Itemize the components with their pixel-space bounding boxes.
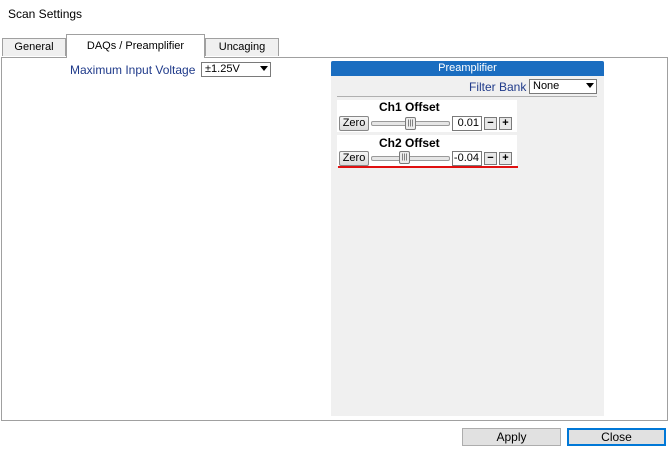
ch2-zero-button[interactable]: Zero: [339, 151, 369, 166]
chevron-down-icon: [260, 66, 268, 71]
ch2-slider-thumb[interactable]: |||: [399, 151, 410, 164]
max-input-voltage-label: Maximum Input Voltage: [70, 63, 196, 77]
divider: [337, 96, 597, 97]
window-title: Scan Settings: [8, 7, 83, 21]
ch2-offset-value[interactable]: -0.04: [452, 151, 482, 166]
ch1-increment-button[interactable]: +: [499, 117, 512, 130]
ch1-zero-button[interactable]: Zero: [339, 116, 369, 131]
highlight-underline: [338, 166, 518, 168]
ch1-slider-thumb[interactable]: |||: [405, 117, 416, 130]
tab-uncaging[interactable]: Uncaging: [205, 38, 279, 56]
close-button[interactable]: Close: [567, 428, 666, 446]
chevron-down-icon: [586, 83, 594, 88]
preamplifier-header: Preamplifier: [331, 61, 604, 76]
ch1-offset-title: Ch1 Offset: [379, 100, 440, 114]
ch1-decrement-button[interactable]: −: [484, 117, 497, 130]
ch1-offset-value[interactable]: 0.01: [452, 116, 482, 131]
max-input-voltage-value: ±1.25V: [205, 63, 240, 75]
tab-general[interactable]: General: [2, 38, 66, 56]
ch2-offset-slider[interactable]: [371, 156, 450, 161]
apply-button[interactable]: Apply: [462, 428, 561, 446]
ch2-offset-title: Ch2 Offset: [379, 136, 440, 150]
max-input-voltage-select[interactable]: ±1.25V: [201, 62, 271, 77]
filter-bank-label: Filter Bank: [469, 80, 527, 94]
filter-bank-select[interactable]: None: [529, 79, 597, 94]
ch2-decrement-button[interactable]: −: [484, 152, 497, 165]
filter-bank-value: None: [533, 80, 560, 92]
tab-daqs-preamplifier[interactable]: DAQs / Preamplifier: [66, 34, 205, 58]
ch2-increment-button[interactable]: +: [499, 152, 512, 165]
